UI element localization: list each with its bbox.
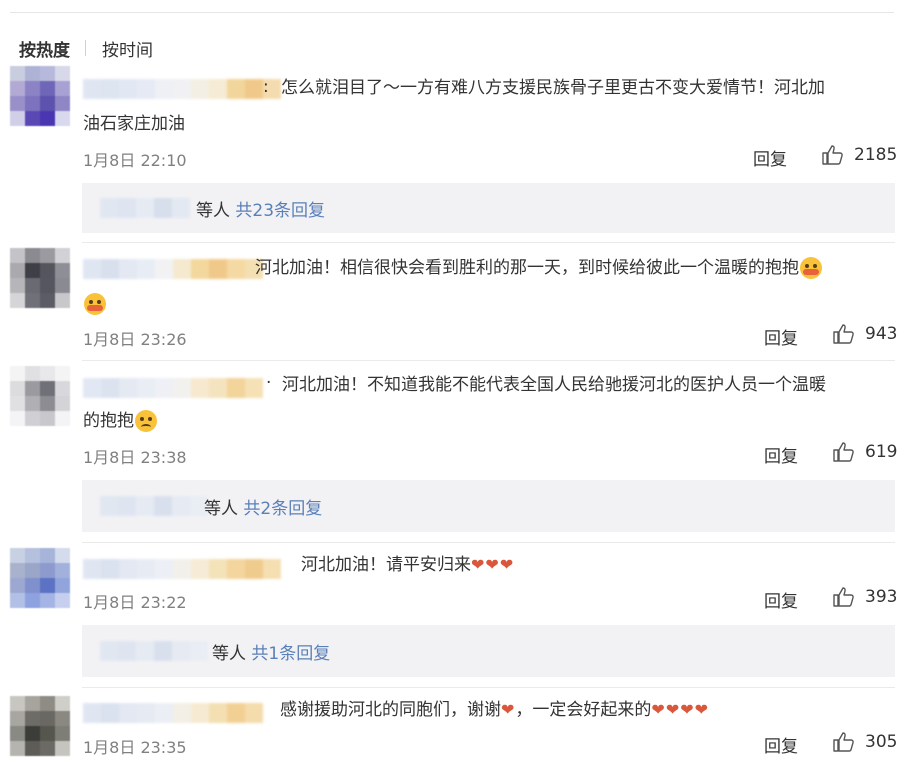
comment-text-line2: 的抱抱 xyxy=(83,411,134,431)
reply-button[interactable]: 回复 xyxy=(764,587,798,612)
comment-text-line1: 怎么就泪目了～一方有难八方支援民族骨子里更古不变大爱情节！河北加 xyxy=(281,78,825,98)
username-blurred[interactable] xyxy=(83,79,281,99)
like-button[interactable]: 393 xyxy=(833,587,897,607)
comment-divider xyxy=(82,242,895,243)
comment-text-line1: 河北加油！相信很快会看到胜利的那一天，到时候给彼此一个温暖的抱抱 xyxy=(255,258,799,278)
sub-reply-summary: 等人 共1条回复 xyxy=(212,639,330,664)
user-avatar[interactable] xyxy=(10,66,70,126)
username-blurred[interactable] xyxy=(83,259,263,279)
comment-text-line1: 感谢援助河北的同胞们，谢谢 xyxy=(280,700,501,720)
comment-divider xyxy=(82,687,895,688)
view-replies-link[interactable]: 共1条回复 xyxy=(251,644,330,664)
top-divider xyxy=(10,12,894,13)
like-count: 2185 xyxy=(854,145,898,165)
comment-text: 河北加油！相信很快会看到胜利的那一天，到时候给彼此一个温暖的抱抱 xyxy=(255,251,895,285)
comment-text: 河北加油！不知道我能不能代表全国人民给驰援河北的医护人员一个温暖 xyxy=(282,368,892,402)
sub-reply-box: 等人 共23条回复 xyxy=(82,183,895,233)
heart-emoji: ❤ xyxy=(499,555,514,574)
like-button[interactable]: 305 xyxy=(833,732,897,752)
like-button[interactable]: 619 xyxy=(833,442,897,462)
comment-timestamp: 1月8日 23:35 xyxy=(83,738,187,757)
comment-divider xyxy=(82,542,895,543)
username-blurred[interactable] xyxy=(83,559,281,579)
heart-emoji: ❤ xyxy=(694,700,709,719)
thumbs-up-icon xyxy=(833,442,854,462)
like-button[interactable]: 943 xyxy=(833,324,897,344)
comment-timestamp: 1月8日 22:10 xyxy=(83,151,187,170)
comment-text: 感谢援助河北的同胞们，谢谢❤，一定会好起来的❤❤❤❤ xyxy=(280,693,890,727)
heart-emoji: ❤ xyxy=(485,555,499,574)
comment-colon: · xyxy=(266,373,272,393)
thumbs-up-icon xyxy=(833,324,854,344)
comment-colon: : xyxy=(263,77,269,97)
like-count: 943 xyxy=(865,324,898,344)
sub-reply-username-blurred[interactable] xyxy=(100,198,190,218)
username-blurred[interactable] xyxy=(83,378,263,398)
view-replies-link[interactable]: 共2条回复 xyxy=(243,499,322,519)
comment-text-line1-mid: ，一定会好起来的 xyxy=(515,700,652,720)
reply-button[interactable]: 回复 xyxy=(764,732,798,757)
user-avatar[interactable] xyxy=(10,696,70,756)
like-count: 619 xyxy=(865,442,898,462)
view-replies-link[interactable]: 共23条回复 xyxy=(235,201,325,221)
comment-text-continued: 油石家庄加油 xyxy=(83,107,185,141)
hug-emoji xyxy=(84,293,106,315)
like-count: 393 xyxy=(865,587,898,607)
sub-reply-suffix: 等人 xyxy=(212,644,246,664)
comment-text-line1: 河北加油！请平安归来 xyxy=(301,555,471,575)
comment-text-line1: 河北加油！不知道我能不能代表全国人民给驰援河北的医护人员一个温暖 xyxy=(282,375,826,395)
sort-separator xyxy=(85,40,86,56)
comment-text-line2: 油石家庄加油 xyxy=(83,114,185,134)
comment-timestamp: 1月8日 23:22 xyxy=(83,593,187,612)
sub-reply-box: 等人 共2条回复 xyxy=(82,480,895,532)
like-button[interactable]: 2185 xyxy=(822,145,897,165)
sort-bar: 按热度 按时间 xyxy=(19,36,153,61)
comment-timestamp: 1月8日 23:38 xyxy=(83,448,187,467)
comment-text-continued: 的抱抱 xyxy=(83,404,157,438)
like-count: 305 xyxy=(865,732,898,752)
comment-timestamp: 1月8日 23:26 xyxy=(83,330,187,349)
reply-button[interactable]: 回复 xyxy=(764,324,798,349)
user-avatar[interactable] xyxy=(10,366,70,426)
user-avatar[interactable] xyxy=(10,248,70,308)
sub-reply-suffix: 等人 xyxy=(204,499,238,519)
comment-divider xyxy=(82,360,895,361)
sub-reply-box: 等人 共1条回复 xyxy=(82,625,895,677)
comment-text: 怎么就泪目了～一方有难八方支援民族骨子里更古不变大爱情节！河北加 xyxy=(281,71,891,105)
heart-emoji: ❤ xyxy=(680,700,694,719)
sub-reply-summary: 等人 共2条回复 xyxy=(204,494,322,519)
reply-button[interactable]: 回复 xyxy=(764,442,798,467)
sort-by-time-tab[interactable]: 按时间 xyxy=(102,36,153,61)
sub-reply-summary: 等人 共23条回复 xyxy=(196,196,325,221)
sub-reply-suffix: 等人 xyxy=(196,201,230,221)
comment-text-continued xyxy=(83,287,106,321)
sub-reply-username-blurred[interactable] xyxy=(100,641,208,661)
thumbs-up-icon xyxy=(833,732,854,752)
sub-reply-username-blurred[interactable] xyxy=(100,496,208,516)
comment-text: 河北加油！请平安归来❤❤❤ xyxy=(301,548,891,582)
sort-by-hot-tab[interactable]: 按热度 xyxy=(19,36,70,61)
hug-emoji xyxy=(800,257,822,279)
reply-button[interactable]: 回复 xyxy=(753,145,787,170)
pleading-face-emoji xyxy=(135,410,157,432)
username-blurred[interactable] xyxy=(83,703,263,723)
heart-emoji: ❤ xyxy=(651,700,665,719)
heart-emoji: ❤ xyxy=(471,555,485,574)
thumbs-up-icon xyxy=(833,587,854,607)
heart-emoji: ❤ xyxy=(665,700,680,719)
thumbs-up-icon xyxy=(822,145,843,165)
user-avatar[interactable] xyxy=(10,548,70,608)
heart-emoji: ❤ xyxy=(501,700,515,719)
